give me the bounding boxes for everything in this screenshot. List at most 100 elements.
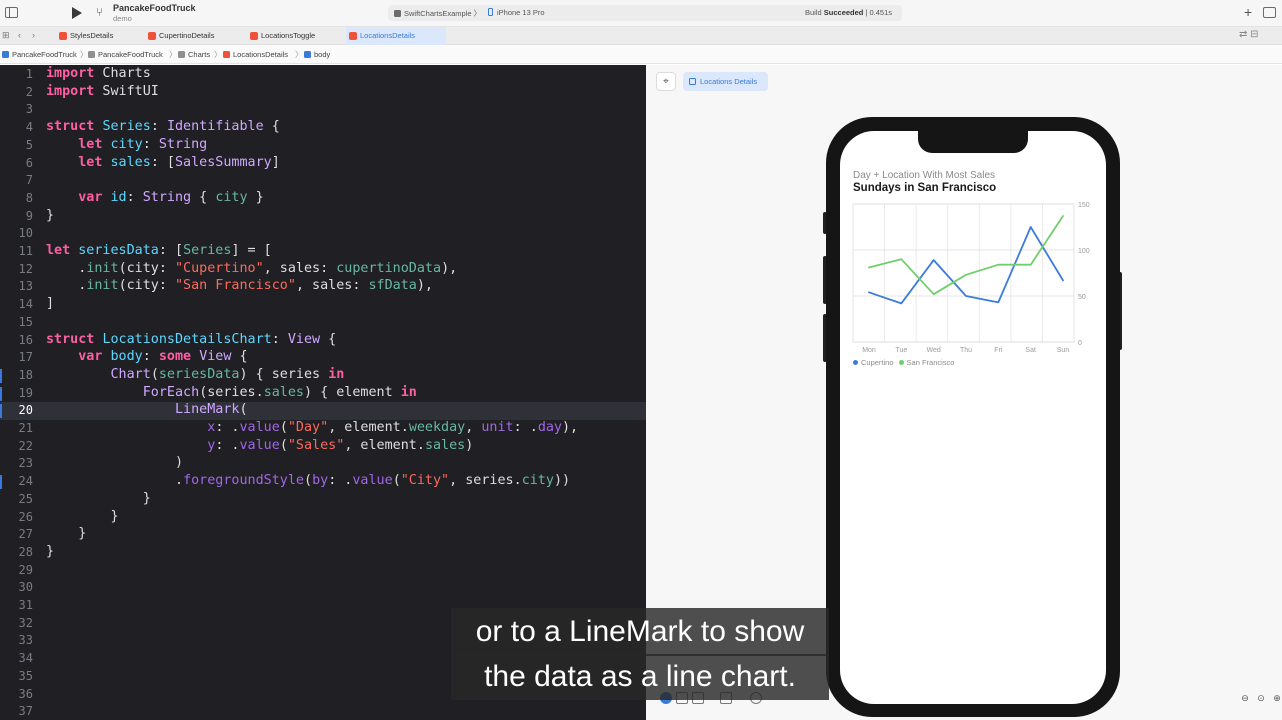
code-line[interactable]: 21 x: .value("Day", element.weekday, uni… [0,420,646,438]
title-bar: ⑂ PancakeFoodTruck demo SwiftChartsExamp… [0,0,1282,27]
chart-subtitle: Day + Location With Most Sales [853,170,996,181]
code-line[interactable]: 3 [0,101,646,119]
back-icon[interactable]: ‹ [18,30,21,40]
chevron-right-icon: 〉 [295,50,303,59]
code-line[interactable]: 17 var body: some View { [0,349,646,367]
code-text: var id: String { city } [78,189,264,205]
code-line[interactable]: 15 [0,314,646,332]
project-name[interactable]: PancakeFoodTruck [113,3,196,13]
code-text: import SwiftUI [46,83,159,99]
iphone-icon [488,8,493,16]
tab-locationstoggle[interactable]: LocationsToggle [247,27,337,45]
code-text: } [46,526,87,542]
destination-selector[interactable]: iPhone 13 Pro [488,8,545,17]
tab-cupertinodetails[interactable]: CupertinoDetails [145,27,245,45]
line-number: 18 [18,367,33,382]
code-line[interactable]: 2 import SwiftUI [0,84,646,102]
chart-legend: Cupertino San Francisco [853,358,959,367]
code-text: import Charts [46,66,151,81]
line-number: 20 [18,403,33,418]
refresh-icon[interactable]: ⇄ ⊟ [1239,29,1259,40]
breadcrumb: PancakeFoodTruck 〉 PancakeFoodTruck 〉 Ch… [0,45,1282,64]
grid-icon[interactable]: ⊞ [2,30,10,41]
line-number: 9 [25,208,33,223]
line-number: 22 [18,438,33,453]
breadcrumb-folder[interactable]: PancakeFoodTruck [88,50,163,59]
line-number: 3 [25,102,33,117]
code-line[interactable]: 26 } [0,509,646,527]
preview-selector[interactable]: Locations Details [683,72,768,91]
x-tick-label: Wed [927,347,941,354]
breadcrumb-charts[interactable]: Charts [178,50,210,59]
code-line[interactable]: 24 .foregroundStyle(by: .value("City", s… [0,473,646,491]
code-line[interactable]: 28} [0,544,646,562]
swift-file-icon [349,32,357,40]
zoom-out-icon[interactable]: ⊖ [1238,691,1252,705]
chart-title: Sundays in San Francisco [853,182,997,194]
code-line[interactable]: 10 [0,225,646,243]
chevron-right-icon: 〉 [169,50,177,59]
project-branch: demo [113,14,132,23]
branch-icon: ⑂ [96,5,104,19]
zoom-fit-icon[interactable]: ⊙ [1254,691,1268,705]
code-line[interactable]: 30 [0,579,646,597]
code-line[interactable]: 5 let city: String [0,137,646,155]
tab-locationsdetails[interactable]: LocationsDetails [346,27,446,45]
forward-icon[interactable]: › [32,30,35,40]
series-line-san-francisco [868,215,1064,296]
code-text: .init(city: "Cupertino", sales: cupertin… [46,260,458,276]
code-line[interactable]: 27 } [0,526,646,544]
series-line-cupertino [868,226,1064,305]
code-line[interactable]: 9} [0,208,646,226]
line-number: 29 [18,562,33,577]
code-line[interactable]: 8 var id: String { city } [0,190,646,208]
inspector-toggle-icon[interactable] [1263,7,1276,18]
code-line[interactable]: 25 } [0,491,646,509]
y-tick-label: 50 [1078,294,1086,301]
code-text: ) [46,455,184,471]
phone-notch [918,131,1028,153]
code-text: y: .value("Sales", element.sales) [207,437,474,453]
navigator-toggle-icon[interactable] [5,7,18,18]
scheme-selector[interactable]: SwiftChartsExample 〉 [394,8,481,19]
code-line[interactable]: 12 .init(city: "Cupertino", sales: cuper… [0,261,646,279]
code-line[interactable]: 6 let sales: [SalesSummary] [0,155,646,173]
app-icon [394,10,401,17]
code-line[interactable]: 13 .init(city: "San Francisco", sales: s… [0,278,646,296]
xcode-window: ⑂ PancakeFoodTruck demo SwiftChartsExamp… [0,0,1282,720]
build-time: | 0.451s [863,8,893,17]
x-tick-label: Fri [994,347,1003,354]
code-line[interactable]: 16 struct LocationsDetailsChart: View { [0,332,646,350]
code-line[interactable]: 20 LineMark( [0,402,646,420]
code-line[interactable]: 18 Chart(seriesData) { series in [0,367,646,385]
code-text: .foregroundStyle(by: .value("City", seri… [46,473,571,489]
line-number: 34 [18,651,33,666]
code-line[interactable]: 14] [0,296,646,314]
code-line[interactable]: 23 ) [0,455,646,473]
y-tick-label: 0 [1078,340,1082,347]
code-line[interactable]: 29 [0,562,646,580]
tab-bar: ⊞ ‹ › StylesDetails CupertinoDetails Loc… [0,27,1282,45]
x-tick-label: Tue [895,347,907,354]
code-line[interactable]: 4 struct Series: Identifiable { [0,119,646,137]
code-line[interactable]: 11 let seriesData: [Series] = [ [0,243,646,261]
code-text: let city: String [78,136,208,152]
code-line[interactable]: 37 [0,703,646,720]
breadcrumb-symbol[interactable]: body [304,50,330,59]
code-line[interactable]: 19 ForEach(series.sales) { element in [0,385,646,403]
breadcrumb-file[interactable]: LocationsDetails [223,50,288,59]
code-text: } [46,207,55,223]
code-line[interactable]: 1 import Charts [0,66,646,84]
code-line[interactable]: 7 [0,172,646,190]
line-number: 5 [25,137,33,152]
legend-swatch [898,360,904,365]
tab-label: CupertinoDetails [159,31,215,40]
run-button[interactable] [72,7,82,19]
add-icon[interactable]: + [1244,4,1252,20]
zoom-in-icon[interactable]: ⊕ [1270,691,1282,705]
line-number: 19 [18,385,33,400]
code-line[interactable]: 22 y: .value("Sales", element.sales) [0,438,646,456]
tab-stylesdetails[interactable]: StylesDetails [56,27,142,45]
pin-icon[interactable]: ⌖ [656,72,676,91]
breadcrumb-project[interactable]: PancakeFoodTruck [2,50,77,59]
